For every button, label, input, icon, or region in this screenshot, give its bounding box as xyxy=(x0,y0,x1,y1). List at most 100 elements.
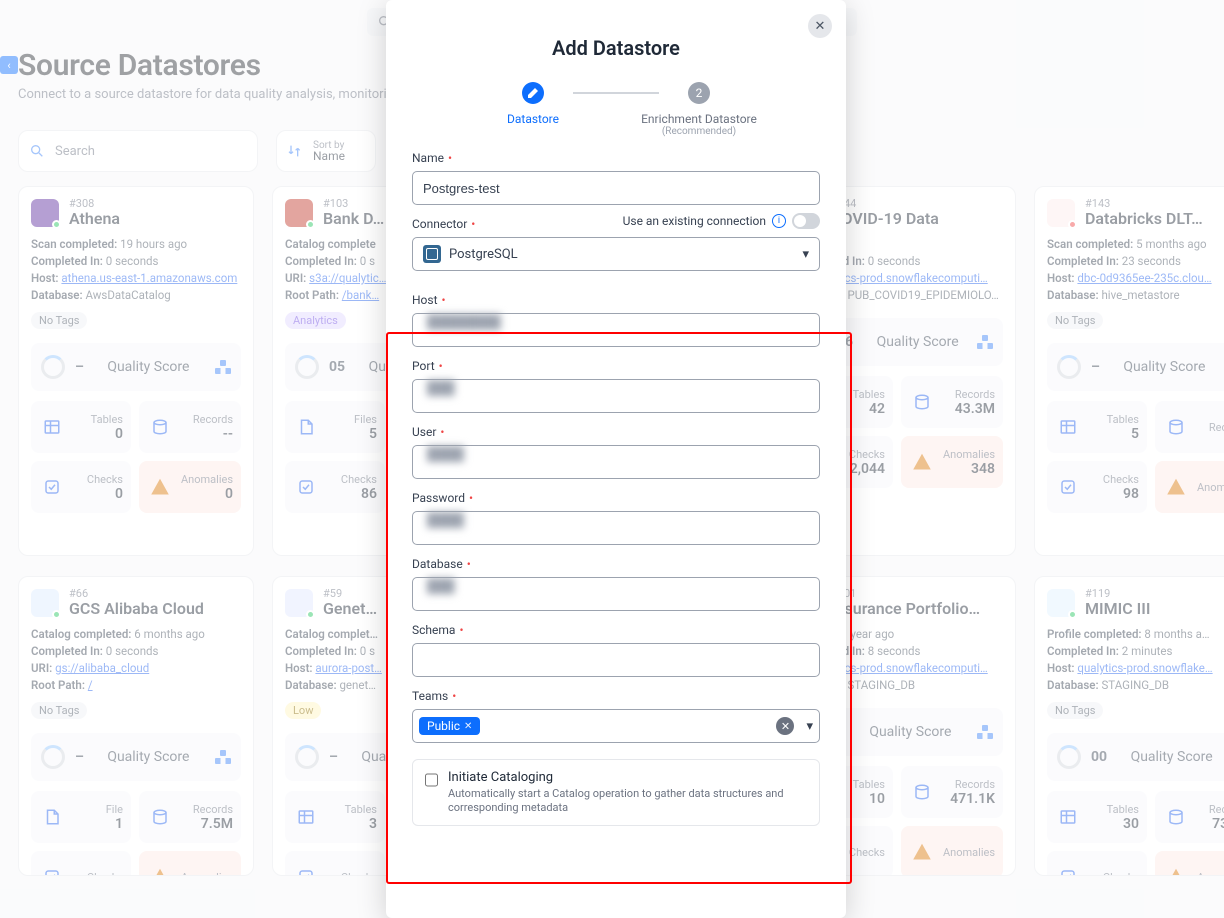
quality-score-row[interactable]: 00 Quality Score xyxy=(1047,733,1224,781)
datastore-name: Bank D… xyxy=(323,209,384,228)
hierarchy-icon[interactable] xyxy=(977,725,993,739)
datastore-card[interactable]: #143 Databricks DLT… Scan completed: 5 m… xyxy=(1034,186,1224,556)
stat-tables[interactable]: Files5 xyxy=(285,401,385,453)
tag[interactable]: No Tags xyxy=(31,312,87,329)
chevron-down-icon: ▾ xyxy=(806,719,813,734)
datastore-meta: Scan completed: 5 months agoCompleted In… xyxy=(1047,236,1224,304)
datastore-meta: Catalog completed: 6 months agoCompleted… xyxy=(31,626,241,694)
stat-tables[interactable]: Tables0 xyxy=(31,401,131,453)
status-dot xyxy=(306,220,315,229)
datastore-meta: Scan completed: 19 hours agoCompleted In… xyxy=(31,236,241,304)
status-dot xyxy=(306,610,315,619)
stepper: Datastore 2 Enrichment Datastore (Recomm… xyxy=(412,82,820,137)
database-input[interactable]: ███ xyxy=(412,577,820,611)
stat-anomalies[interactable]: Anomalies xyxy=(1155,461,1224,513)
stat-anomalies[interactable]: Anomalies348 xyxy=(901,436,1003,488)
score-ring-icon xyxy=(295,745,319,769)
datastore-name: Genet… xyxy=(323,599,377,618)
tag[interactable]: No Tags xyxy=(1047,702,1103,719)
hierarchy-icon[interactable] xyxy=(215,360,231,374)
datastore-type-icon xyxy=(31,589,59,617)
datastore-name: Databricks DLT… xyxy=(1085,209,1203,228)
sort-icon xyxy=(287,143,303,159)
quality-score-row[interactable]: – Quality Score xyxy=(31,343,241,391)
stat-checks[interactable]: Checks xyxy=(285,851,385,876)
teams-select[interactable]: Public✕ ✕ ▾ xyxy=(412,709,820,743)
initiate-cataloging-checkbox[interactable] xyxy=(425,772,438,788)
stat-tables[interactable]: File1 xyxy=(31,791,131,843)
remove-chip-icon[interactable]: ✕ xyxy=(464,721,472,732)
search-icon xyxy=(29,143,45,159)
stat-tables[interactable]: Tables3 xyxy=(285,791,385,843)
status-dot xyxy=(52,220,61,229)
status-dot xyxy=(1068,610,1077,619)
step-enrichment[interactable]: 2 Enrichment Datastore (Recommended) xyxy=(599,82,799,137)
add-datastore-modal: ✕ Add Datastore Datastore 2 Enrichment D… xyxy=(386,0,846,918)
quality-score-row[interactable]: – Quality Score xyxy=(1047,343,1224,391)
host-input[interactable]: ████████ xyxy=(412,313,820,347)
sort-value: Name xyxy=(313,151,345,162)
tag[interactable]: Analytics xyxy=(285,312,346,329)
stat-records[interactable]: Records73.3K xyxy=(1155,791,1224,843)
user-input[interactable]: ████ xyxy=(412,445,820,479)
datastore-name: COVID-19 Data xyxy=(831,209,939,228)
datastore-name: GCS Alibaba Cloud xyxy=(69,599,204,618)
existing-connection-toggle[interactable] xyxy=(792,213,820,229)
stat-checks[interactable]: Checks0 xyxy=(31,461,131,513)
datastore-search[interactable]: Search xyxy=(18,130,258,172)
stat-records[interactable]: Records7.5M xyxy=(139,791,241,843)
stat-records[interactable]: Records-- xyxy=(139,401,241,453)
stat-anomalies[interactable]: Anomalies xyxy=(139,851,241,876)
status-dot xyxy=(1068,220,1077,229)
stat-checks[interactable]: Checks xyxy=(31,851,131,876)
info-icon[interactable]: i xyxy=(772,214,786,228)
datastore-type-icon xyxy=(285,199,313,227)
stat-anomalies[interactable]: Anomalies xyxy=(901,826,1003,876)
datastore-meta: Profile completed: 8 months a…Completed … xyxy=(1047,626,1224,694)
stat-checks[interactable]: Checks xyxy=(1047,851,1147,876)
score-ring-icon xyxy=(295,355,319,379)
stat-checks[interactable]: Checks86 xyxy=(285,461,385,513)
datastore-card[interactable]: #66 GCS Alibaba Cloud Catalog completed:… xyxy=(18,576,254,876)
connector-select[interactable]: PostgreSQL ▾ xyxy=(412,237,820,271)
chevron-down-icon: ▾ xyxy=(802,247,809,262)
stat-records[interactable]: Records43.3M xyxy=(901,376,1003,428)
team-chip-public[interactable]: Public✕ xyxy=(419,717,480,735)
stat-tables[interactable]: Tables5 xyxy=(1047,401,1147,453)
quality-score-row[interactable]: – Quality Score xyxy=(31,733,241,781)
stat-checks[interactable]: Checks98 xyxy=(1047,461,1147,513)
datastore-type-icon xyxy=(1047,589,1075,617)
existing-connection-label: Use an existing connection xyxy=(623,214,766,228)
datastore-name: MIMIC III xyxy=(1085,599,1150,618)
datastore-name: Insurance Portfolio… xyxy=(831,599,980,618)
sort-select[interactable]: Sort by Name xyxy=(276,130,376,172)
stat-anomalies[interactable]: Anomalies xyxy=(1155,851,1224,876)
score-ring-icon xyxy=(41,745,65,769)
side-collapse-tab[interactable]: ‹ xyxy=(0,56,18,74)
score-ring-icon xyxy=(1057,355,1081,379)
score-ring-icon xyxy=(1057,745,1081,769)
datastore-card[interactable]: #119 MIMIC III Profile completed: 8 mont… xyxy=(1034,576,1224,876)
tag[interactable]: Low xyxy=(285,702,321,719)
close-button[interactable]: ✕ xyxy=(808,14,832,38)
initiate-cataloging-option[interactable]: Initiate Cataloging Automatically start … xyxy=(412,759,820,826)
hierarchy-icon[interactable] xyxy=(215,750,231,764)
tag[interactable]: No Tags xyxy=(1047,312,1103,329)
stat-tables[interactable]: Tables30 xyxy=(1047,791,1147,843)
datastore-type-icon xyxy=(31,199,59,227)
status-dot xyxy=(52,610,61,619)
schema-input[interactable] xyxy=(412,643,820,677)
tag[interactable]: No Tags xyxy=(31,702,87,719)
stat-anomalies[interactable]: Anomalies0 xyxy=(139,461,241,513)
port-input[interactable]: ███ xyxy=(412,379,820,413)
search-placeholder: Search xyxy=(55,144,95,159)
password-input[interactable]: ████ xyxy=(412,511,820,545)
datastore-card[interactable]: #308 Athena Scan completed: 19 hours ago… xyxy=(18,186,254,556)
stat-records[interactable]: Records471.1K xyxy=(901,766,1003,818)
clear-teams-button[interactable]: ✕ xyxy=(776,717,794,735)
postgresql-icon xyxy=(423,245,441,263)
hierarchy-icon[interactable] xyxy=(977,335,993,349)
stat-records[interactable]: Records xyxy=(1155,401,1224,453)
name-input[interactable] xyxy=(412,171,820,205)
pencil-icon xyxy=(522,82,544,104)
